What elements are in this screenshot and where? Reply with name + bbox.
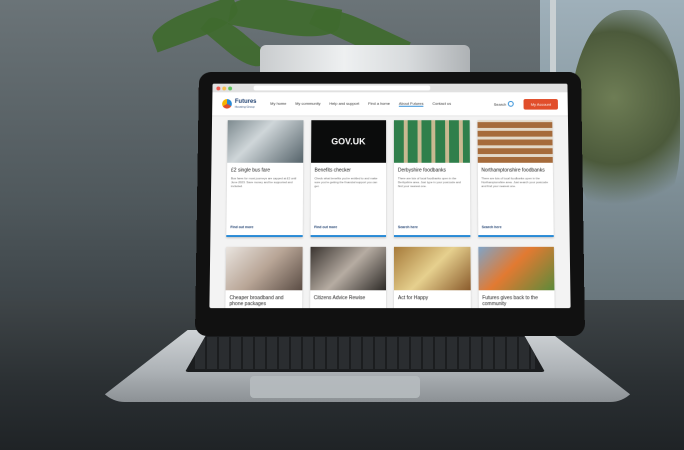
card-title: Cheaper broadband and phone packages [229, 295, 284, 308]
close-dot-icon[interactable] [216, 86, 221, 90]
card-title: Benefits checker [314, 167, 351, 174]
card-link[interactable]: Search here [398, 225, 418, 229]
main-nav: My home My community Help and support Fi… [270, 100, 451, 107]
nav-my-community[interactable]: My community [295, 101, 320, 107]
nav-my-home[interactable]: My home [270, 101, 286, 107]
card-text: There are lots of local foodbanks open i… [397, 176, 461, 189]
my-account-button[interactable]: My Account [523, 98, 558, 110]
search-icon [508, 100, 515, 107]
logo-mark-icon [222, 99, 232, 109]
address-bar[interactable] [253, 85, 431, 91]
card-benefits-checker[interactable]: GOV.UK Benefits checker Check what benef… [310, 120, 387, 238]
card-title: Northamptonshire foodbanks [481, 167, 545, 174]
card-image [477, 120, 553, 163]
nav-help-and-support[interactable]: Help and support [329, 101, 359, 107]
tree-outside [570, 10, 680, 230]
card-title: £2 single bus fare [231, 167, 271, 174]
browser-toolbar [212, 83, 568, 93]
card-citizens-advice[interactable]: Citizens Advice Rewise [309, 246, 387, 309]
minimize-dot-icon[interactable] [222, 86, 227, 90]
maximize-dot-icon[interactable] [228, 86, 233, 90]
card-image [393, 246, 471, 291]
card-northamptonshire-foodbanks[interactable]: Northamptonshire foodbanks There are lot… [477, 120, 554, 238]
card-text: Bus fares for most journeys are capped a… [230, 176, 297, 189]
card-link[interactable]: Find out more [230, 225, 253, 229]
card-title: Act for Happy [397, 295, 429, 302]
laptop-lid: Futures Housing Group My home My communi… [195, 72, 585, 336]
site-header: Futures Housing Group My home My communi… [212, 92, 568, 117]
card-grid: £2 single bus fare Bus fares for most jo… [225, 120, 555, 309]
card-broadband[interactable]: Cheaper broadband and phone packages [225, 246, 303, 309]
card-image [477, 246, 555, 291]
card-text: There are lots of local foodbanks open i… [481, 176, 548, 189]
gov-uk-logo: GOV.UK [310, 120, 387, 163]
card-image [225, 246, 303, 291]
trackpad [250, 376, 420, 398]
card-act-for-happy[interactable]: Act for Happy [393, 246, 471, 309]
laptop-screen: Futures Housing Group My home My communi… [209, 83, 571, 309]
card-title: Futures gives back to the community [482, 295, 538, 308]
card-title: Derbyshire foodbanks [397, 167, 446, 174]
keys [195, 337, 535, 369]
card-derbyshire-foodbanks[interactable]: Derbyshire foodbanks There are lots of l… [393, 120, 470, 238]
site-logo[interactable]: Futures Housing Group [222, 99, 257, 109]
card-title: Citizens Advice Rewise [313, 295, 366, 302]
search-button[interactable]: Search [493, 100, 515, 107]
nav-about-futures[interactable]: About Futures [398, 100, 424, 107]
search-label: Search [493, 101, 507, 107]
nav-find-a-home[interactable]: Find a home [368, 101, 390, 107]
card-bus-fare[interactable]: £2 single bus fare Bus fares for most jo… [226, 120, 303, 238]
card-text: Check what benefits you're entitled to a… [314, 176, 378, 189]
card-image [227, 120, 303, 163]
card-link[interactable]: Search here [482, 225, 502, 229]
logo-subtitle: Housing Group [234, 104, 255, 109]
photo-scene: Futures Housing Group My home My communi… [0, 0, 684, 450]
card-futures-community[interactable]: Futures gives back to the community [477, 246, 555, 309]
card-image [309, 246, 387, 291]
card-link[interactable]: Find out more [314, 225, 337, 229]
nav-contact-us[interactable]: Contact us [432, 101, 451, 107]
laptop-keyboard [185, 334, 545, 372]
card-image [393, 120, 470, 163]
